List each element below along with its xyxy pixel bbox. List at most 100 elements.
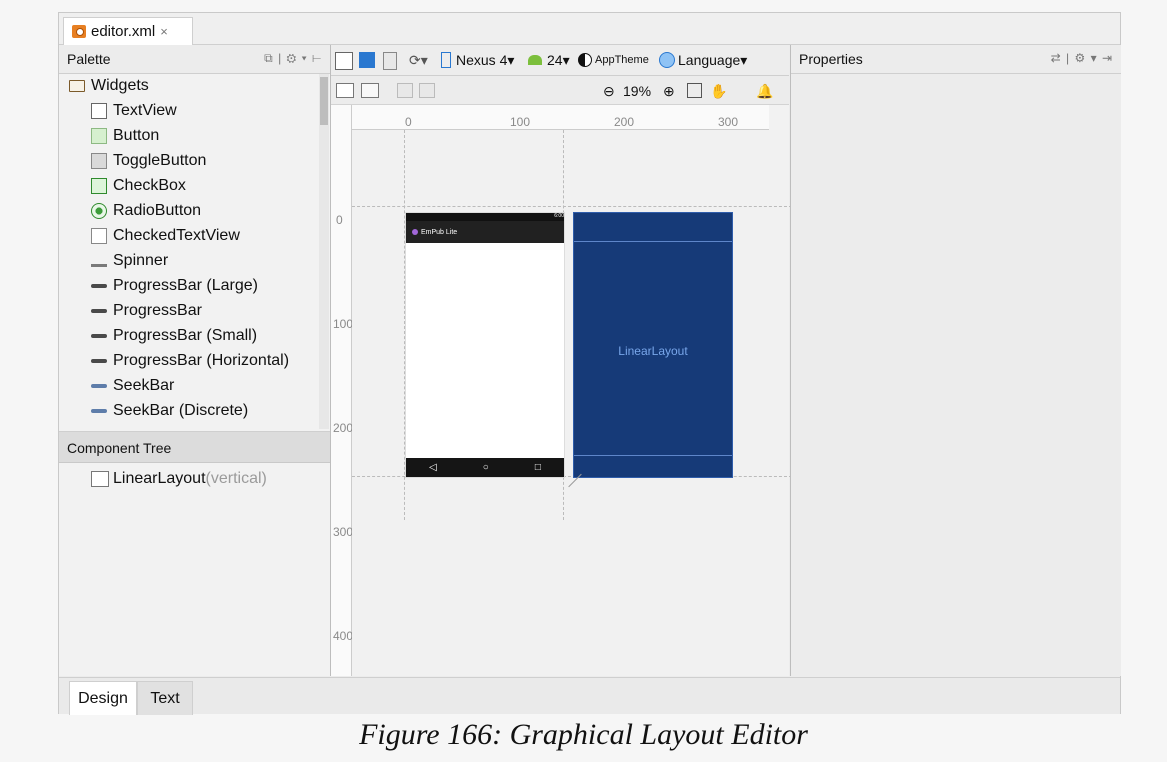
palette-item-togglebutton[interactable]: ToggleButton [91,149,319,173]
close-tab-icon[interactable]: × [160,24,168,39]
blueprint-divider [574,455,732,456]
spinner-icon [91,255,107,267]
palette-title: Palette [67,51,111,67]
component-tree-header: Component Tree [59,431,330,463]
editor-mode-tabs: Design Text [59,677,1120,715]
text-view-icon [91,103,107,119]
linear-layout-icon [91,471,109,487]
palette-group-widgets[interactable]: Widgets [69,74,319,98]
blueprint-view-icon[interactable] [383,52,397,70]
palette-item-label: ProgressBar [113,302,202,319]
device-selector[interactable]: Nexus 4 ▾ [441,49,514,71]
palette-item-spinner[interactable]: Spinner [91,249,319,273]
blueprint-preview[interactable]: LinearLayout [573,212,733,478]
chevron-down-icon: ▾ [507,51,515,68]
ruler-tick-200: 200 [614,115,635,129]
ruler-tick-400: 400 [333,629,354,643]
design-preview-phone[interactable]: 6:00 EmPub Lite ◁ ○ □ [405,212,565,478]
palette-item-progressbar-horizontal[interactable]: ProgressBar (Horizontal) [91,349,319,373]
zoom-out-icon[interactable]: ⊖ [603,80,615,102]
editor-tab-bar: editor.xml × [59,13,1120,45]
device-label: Nexus 4 [456,52,508,68]
app-bar: EmPub Lite [406,221,564,243]
progress-bar-icon [91,309,107,313]
layout-grid-icon[interactable] [335,52,353,70]
api-level-selector[interactable]: 24 ▾ [528,49,570,71]
fit-screen-icon[interactable] [687,83,702,98]
component-tree-item-linearlayout[interactable]: LinearLayout (vertical) [91,467,267,491]
palette-item-label: SeekBar [113,377,175,394]
palette-item-label: Spinner [113,252,169,269]
chevron-down-icon: ▾ [562,51,570,68]
fit-icon[interactable] [361,83,379,98]
ruler-tick-0: 0 [336,213,343,227]
properties-tools[interactable]: ⇄ | ⚙ ▾ ⇥ [1051,51,1113,65]
palette-item-seekbar[interactable]: SeekBar [91,374,319,398]
button-icon [91,128,107,144]
blueprint-linearlayout-label: LinearLayout [618,344,688,358]
palette-scrollbar[interactable] [319,74,329,429]
checkbox-icon [91,178,107,194]
api-level-label: 24 [547,52,563,68]
horizontal-constraint-icon[interactable] [397,83,413,98]
palette-item-progressbar-small[interactable]: ProgressBar (Small) [91,324,319,348]
theme-icon [578,53,592,67]
palette-item-label: TextView [113,102,177,119]
palette-item-checkedtextview[interactable]: CheckedTextView [91,224,319,248]
orientation-icon[interactable]: ⟳▾ [409,49,428,71]
component-tree-title: Component Tree [67,440,172,456]
palette-header: Palette ⧉ | ⚙ ▾ ⊢ [59,45,330,74]
folder-icon [69,80,85,92]
theme-selector[interactable]: AppTheme [578,49,649,71]
zoom-in-icon[interactable]: ⊕ [663,80,675,102]
phone-icon [441,52,451,68]
component-tree-item-hint: (vertical) [205,470,267,487]
android-studio-window: editor.xml × Palette ⧉ | ⚙ ▾ ⊢ Widgets T… [58,12,1121,715]
theme-label: AppTheme [595,54,649,66]
palette-item-progressbar-large[interactable]: ProgressBar (Large) [91,274,319,298]
seek-bar-icon [91,384,107,388]
progress-bar-icon [91,284,107,288]
properties-title: Properties [799,51,863,67]
tab-text[interactable]: Text [137,681,193,715]
app-logo-icon [412,229,418,235]
palette-list: Widgets TextView Button ToggleButton Che… [59,74,319,429]
home-icon: ○ [482,462,489,473]
layout-icon[interactable] [336,83,354,98]
palette-item-label: ProgressBar (Small) [113,327,258,344]
vertical-constraint-icon[interactable] [419,83,435,98]
navigation-bar: ◁ ○ □ [406,458,564,477]
palette-scrollbar-thumb[interactable] [320,77,328,125]
toggle-button-icon [91,153,107,169]
palette-tools[interactable]: ⧉ | ⚙ ▾ ⊢ [264,51,322,66]
palette-item-label: Button [113,127,160,144]
palette-item-label: CheckedTextView [113,227,240,244]
back-icon: ◁ [429,462,437,473]
palette-item-textview[interactable]: TextView [91,99,319,123]
vertical-ruler: 0 100 200 300 400 [331,105,354,676]
status-bar: 6:00 [406,213,564,221]
design-view-icon[interactable] [359,52,375,68]
palette-item-label: ProgressBar (Horizontal) [113,352,290,369]
notification-icon[interactable]: 🔔 [756,80,773,102]
pan-hand-icon[interactable]: ✋ [710,80,727,102]
app-bar-title: EmPub Lite [421,228,458,236]
layout-toolbar-primary: ⟳▾ Nexus 4 ▾ 24 ▾ AppTheme Language ▾ [331,45,789,76]
palette-item-progressbar[interactable]: ProgressBar [91,299,319,323]
palette-item-checkbox[interactable]: CheckBox [91,174,319,198]
layout-editor-canvas-area: ⟳▾ Nexus 4 ▾ 24 ▾ AppTheme Language ▾ ⊖ … [331,45,792,676]
language-selector[interactable]: Language ▾ [659,49,747,71]
tab-design[interactable]: Design [69,681,137,715]
progress-bar-icon [91,359,107,363]
ruler-tick-200: 200 [333,421,354,435]
palette-panel: Palette ⧉ | ⚙ ▾ ⊢ Widgets TextView Butto… [59,45,331,676]
palette-item-radiobutton[interactable]: RadioButton [91,199,319,223]
horizontal-ruler: 0 100 200 300 [351,105,769,130]
editor-tab-editor-xml[interactable]: editor.xml × [63,17,193,45]
palette-item-label: SeekBar (Discrete) [113,402,249,419]
recents-icon: □ [534,462,541,473]
progress-bar-icon [91,334,107,338]
palette-item-button[interactable]: Button [91,124,319,148]
palette-item-seekbar-discrete[interactable]: SeekBar (Discrete) [91,399,319,423]
palette-item-label: ProgressBar (Large) [113,277,258,294]
